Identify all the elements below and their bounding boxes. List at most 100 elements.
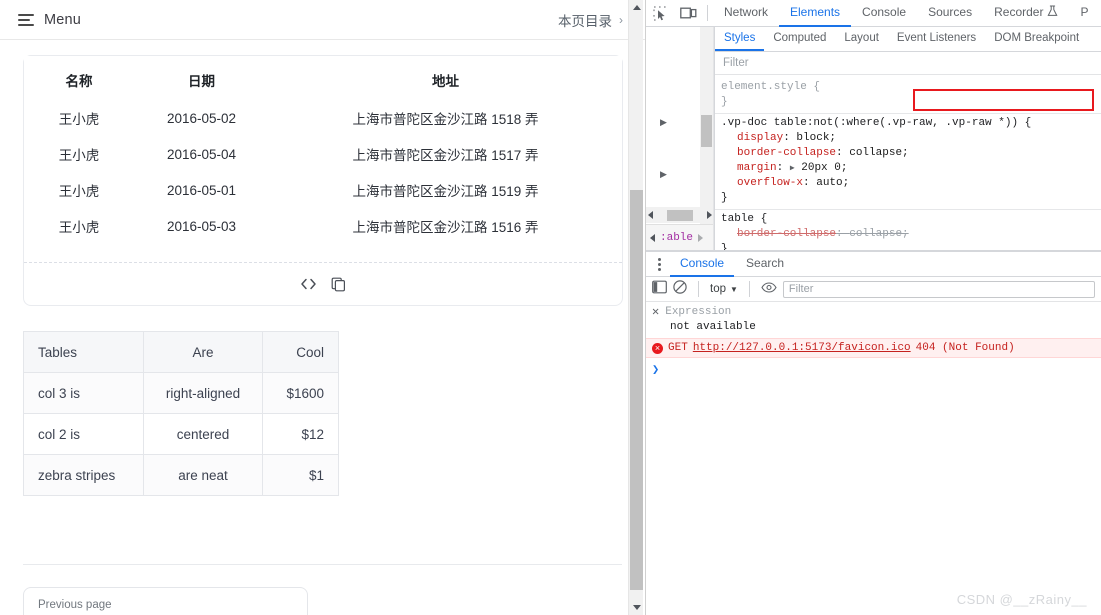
device-toolbar-icon[interactable]	[674, 0, 702, 26]
css-value[interactable]: block;	[796, 132, 836, 144]
tab-dom-breakpoints[interactable]: DOM Breakpoint	[985, 27, 1088, 51]
breadcrumb-scroll-left-icon[interactable]	[650, 233, 655, 242]
console-error-message[interactable]: × GET http://127.0.0.1:5173/favicon.ico …	[646, 338, 1101, 358]
cell-date: 2016-05-03	[134, 208, 269, 244]
dom-breadcrumb[interactable]: :able	[646, 224, 713, 250]
breadcrumb-item-table[interactable]: :able	[660, 232, 693, 244]
error-url[interactable]: http://127.0.0.1:5173/favicon.ico	[693, 342, 911, 354]
css-property[interactable]: border-collapse	[721, 147, 836, 159]
table-row: 王小虎 2016-05-01 上海市普陀区金沙江路 1519 弄	[24, 172, 622, 208]
scroll-right-arrow[interactable]	[707, 211, 712, 219]
code-icon[interactable]	[300, 277, 317, 291]
scroll-left-arrow[interactable]	[648, 211, 653, 219]
dom-tree-horizontal-scrollbar[interactable]	[646, 207, 713, 223]
tab-network[interactable]: Network	[713, 0, 779, 27]
live-expression-icon[interactable]	[761, 280, 777, 298]
console-sidebar-icon[interactable]	[652, 280, 667, 299]
tab-search[interactable]: Search	[736, 252, 794, 277]
cell-date: 2016-05-02	[134, 100, 269, 136]
styles-pane: Styles Computed Layout Event Listeners D…	[714, 27, 1101, 250]
tab-recorder[interactable]: Recorder	[983, 0, 1069, 27]
css-selector[interactable]: element.style {	[721, 80, 1101, 95]
demo-card-actions	[24, 263, 622, 305]
devtools-toolbar: Network Elements Console Sources Recorde…	[646, 0, 1101, 27]
inspect-element-icon[interactable]	[646, 0, 674, 26]
error-method: GET	[668, 342, 688, 354]
css-property[interactable]: overflow-x	[721, 177, 803, 189]
scroll-down-arrow[interactable]	[629, 600, 644, 615]
css-property[interactable]: border-collapse	[721, 228, 836, 240]
scrollbar-thumb[interactable]	[701, 115, 712, 147]
page-content: 名称 日期 地址 王小虎 2016-05-02 上海市普陀区金沙江路 1518 …	[0, 55, 645, 615]
menu-button[interactable]: Menu	[18, 12, 81, 28]
css-selector[interactable]: .vp-doc table:not(:where(.vp-raw, .vp-ra…	[721, 116, 1101, 131]
web-page-pane: Menu 本页目录 › 名称 日期 地址 王小虎 2016-05-02 上海市普…	[0, 0, 645, 615]
css-value[interactable]: auto;	[816, 177, 849, 189]
more-options-icon[interactable]	[650, 257, 668, 271]
column-header-address: 地址	[269, 56, 622, 100]
column-header-tables: Tables	[23, 331, 144, 373]
css-property[interactable]: display	[721, 132, 783, 144]
css-declaration[interactable]: margin: ▶ 20px 0;	[721, 161, 1101, 176]
css-value[interactable]: 20px 0;	[801, 162, 847, 174]
element-table-body: 王小虎 2016-05-02 上海市普陀区金沙江路 1518 弄 王小虎 201…	[24, 100, 622, 244]
tab-performance[interactable]: P	[1069, 0, 1099, 27]
scroll-up-arrow[interactable]	[629, 0, 644, 15]
scrollbar-thumb[interactable]	[667, 209, 693, 221]
css-rule-table[interactable]: table { border-collapse: collapse; }	[715, 210, 1101, 250]
css-selector-prefix: .vp-doc table:not	[721, 117, 834, 129]
css-rules-list: element.style { } .vp-doc table:not(:whe…	[715, 75, 1101, 250]
page-vertical-scrollbar[interactable]	[628, 0, 643, 615]
tab-label: Computed	[773, 32, 827, 44]
expand-shorthand-icon[interactable]: ▶	[790, 164, 795, 173]
styles-filter-input[interactable]: Filter	[715, 52, 1101, 75]
css-rule-vp-doc-table[interactable]: .vp-doc table:not(:where(.vp-raw, .vp-ra…	[715, 114, 1101, 210]
console-context-selector[interactable]: top ▼	[710, 283, 738, 295]
close-icon[interactable]: ✕	[652, 306, 659, 319]
console-filter-input[interactable]: Filter	[782, 280, 1095, 298]
clear-console-icon[interactable]	[673, 279, 687, 299]
column-header-cool: Cool	[262, 331, 339, 373]
tab-console[interactable]: Console	[851, 0, 917, 27]
table-row: 王小虎 2016-05-03 上海市普陀区金沙江路 1516 弄	[24, 208, 622, 244]
css-declaration[interactable]: display: block;	[721, 131, 1101, 146]
tab-sources[interactable]: Sources	[917, 0, 983, 27]
css-declaration-overridden[interactable]: border-collapse: collapse;	[721, 227, 1101, 242]
css-rule-close: }	[721, 96, 728, 108]
styles-sidebar-tabs: Styles Computed Layout Event Listeners D…	[715, 27, 1101, 52]
css-property[interactable]: margin	[721, 162, 777, 174]
dom-tree-pane[interactable]: ▶ ▶ </> :able	[646, 27, 714, 250]
previous-page-link[interactable]: Previous page Button 按钮	[23, 587, 308, 615]
console-prompt[interactable]: ❯	[646, 358, 1101, 381]
cell-name: 王小虎	[24, 172, 134, 208]
tab-label: DOM Breakpoint	[994, 32, 1080, 44]
cell-date: 2016-05-04	[134, 136, 269, 172]
tab-event-listeners[interactable]: Event Listeners	[888, 27, 985, 51]
css-declaration[interactable]: overflow-x: auto;	[721, 176, 1101, 191]
scrollbar-thumb[interactable]	[630, 190, 643, 590]
tab-layout[interactable]: Layout	[835, 27, 888, 51]
tab-elements[interactable]: Elements	[779, 0, 852, 27]
css-value[interactable]: collapse;	[849, 228, 908, 240]
devtools-panel-tabs: Network Elements Console Sources Recorde…	[713, 0, 1099, 27]
menu-label: Menu	[44, 11, 82, 28]
tab-computed[interactable]: Computed	[764, 27, 835, 51]
flask-icon	[1047, 5, 1058, 20]
table-of-contents-toggle[interactable]: 本页目录 ›	[558, 10, 623, 30]
css-value[interactable]: collapse;	[849, 147, 908, 159]
cell-col1: col 3 is	[23, 372, 144, 414]
css-selector[interactable]: table {	[721, 212, 1101, 227]
tree-expand-arrow[interactable]: ▶	[660, 169, 667, 180]
css-declaration[interactable]: border-collapse: collapse;	[721, 146, 1101, 161]
css-rule-element-style[interactable]: element.style { }	[715, 78, 1101, 114]
breadcrumb-scroll-right-icon[interactable]	[698, 233, 704, 242]
tree-expand-arrow[interactable]: ▶	[660, 117, 667, 128]
css-rule-close: }	[721, 243, 728, 250]
copy-icon[interactable]	[331, 277, 346, 292]
live-expression-name[interactable]: Expression	[665, 306, 731, 318]
table-header-row: Tables Are Cool	[23, 331, 339, 373]
cell-address: 上海市普陀区金沙江路 1518 弄	[269, 100, 622, 136]
tab-styles[interactable]: Styles	[715, 27, 765, 51]
tab-console[interactable]: Console	[670, 252, 735, 277]
tab-label: P	[1080, 5, 1089, 19]
